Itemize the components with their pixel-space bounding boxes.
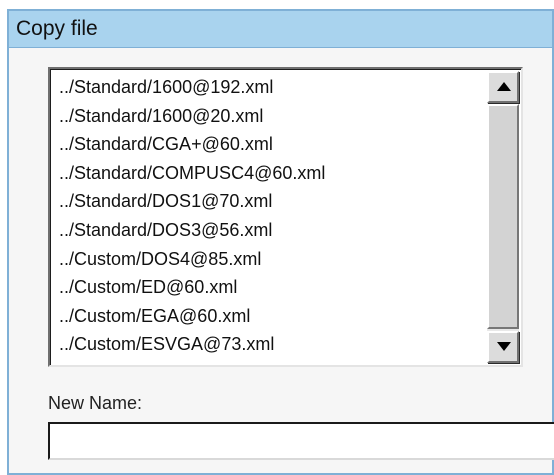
scrollbar-thumb[interactable] (487, 104, 519, 329)
new-name-label: New Name: (48, 393, 143, 413)
list-item[interactable]: ../Custom/ESVGA@73.xml (59, 330, 481, 359)
list-item[interactable]: ../Standard/DOS3@56.xml (59, 216, 481, 245)
scroll-down-button[interactable] (487, 331, 519, 363)
list-item[interactable]: ../Custom/ED@60.xml (59, 273, 481, 302)
list-item[interactable]: ../Standard/COMPUSC4@60.xml (59, 159, 481, 188)
vertical-scrollbar[interactable] (487, 71, 519, 363)
dialog-title: Copy file (9, 11, 552, 48)
list-item[interactable]: ../Standard/1600@20.xml (59, 102, 481, 131)
triangle-up-icon (497, 82, 511, 91)
list-item[interactable]: ../Custom/DOS4@85.xml (59, 245, 481, 274)
copy-file-dialog: Copy file ../Standard/1600@192.xml ../St… (7, 9, 554, 475)
triangle-down-icon (497, 342, 511, 351)
list-item[interactable]: ../Standard/1600@192.xml (59, 73, 481, 102)
scroll-up-button[interactable] (487, 71, 519, 103)
file-list[interactable]: ../Standard/1600@192.xml ../Standard/160… (48, 67, 523, 367)
list-item[interactable]: ../Standard/CGA+@60.xml (59, 130, 481, 159)
new-name-input[interactable] (48, 422, 554, 460)
list-item[interactable]: ../Custom/EGA@60.xml (59, 302, 481, 331)
file-list-items: ../Standard/1600@192.xml ../Standard/160… (59, 73, 481, 359)
list-item[interactable]: ../Standard/DOS1@70.xml (59, 187, 481, 216)
